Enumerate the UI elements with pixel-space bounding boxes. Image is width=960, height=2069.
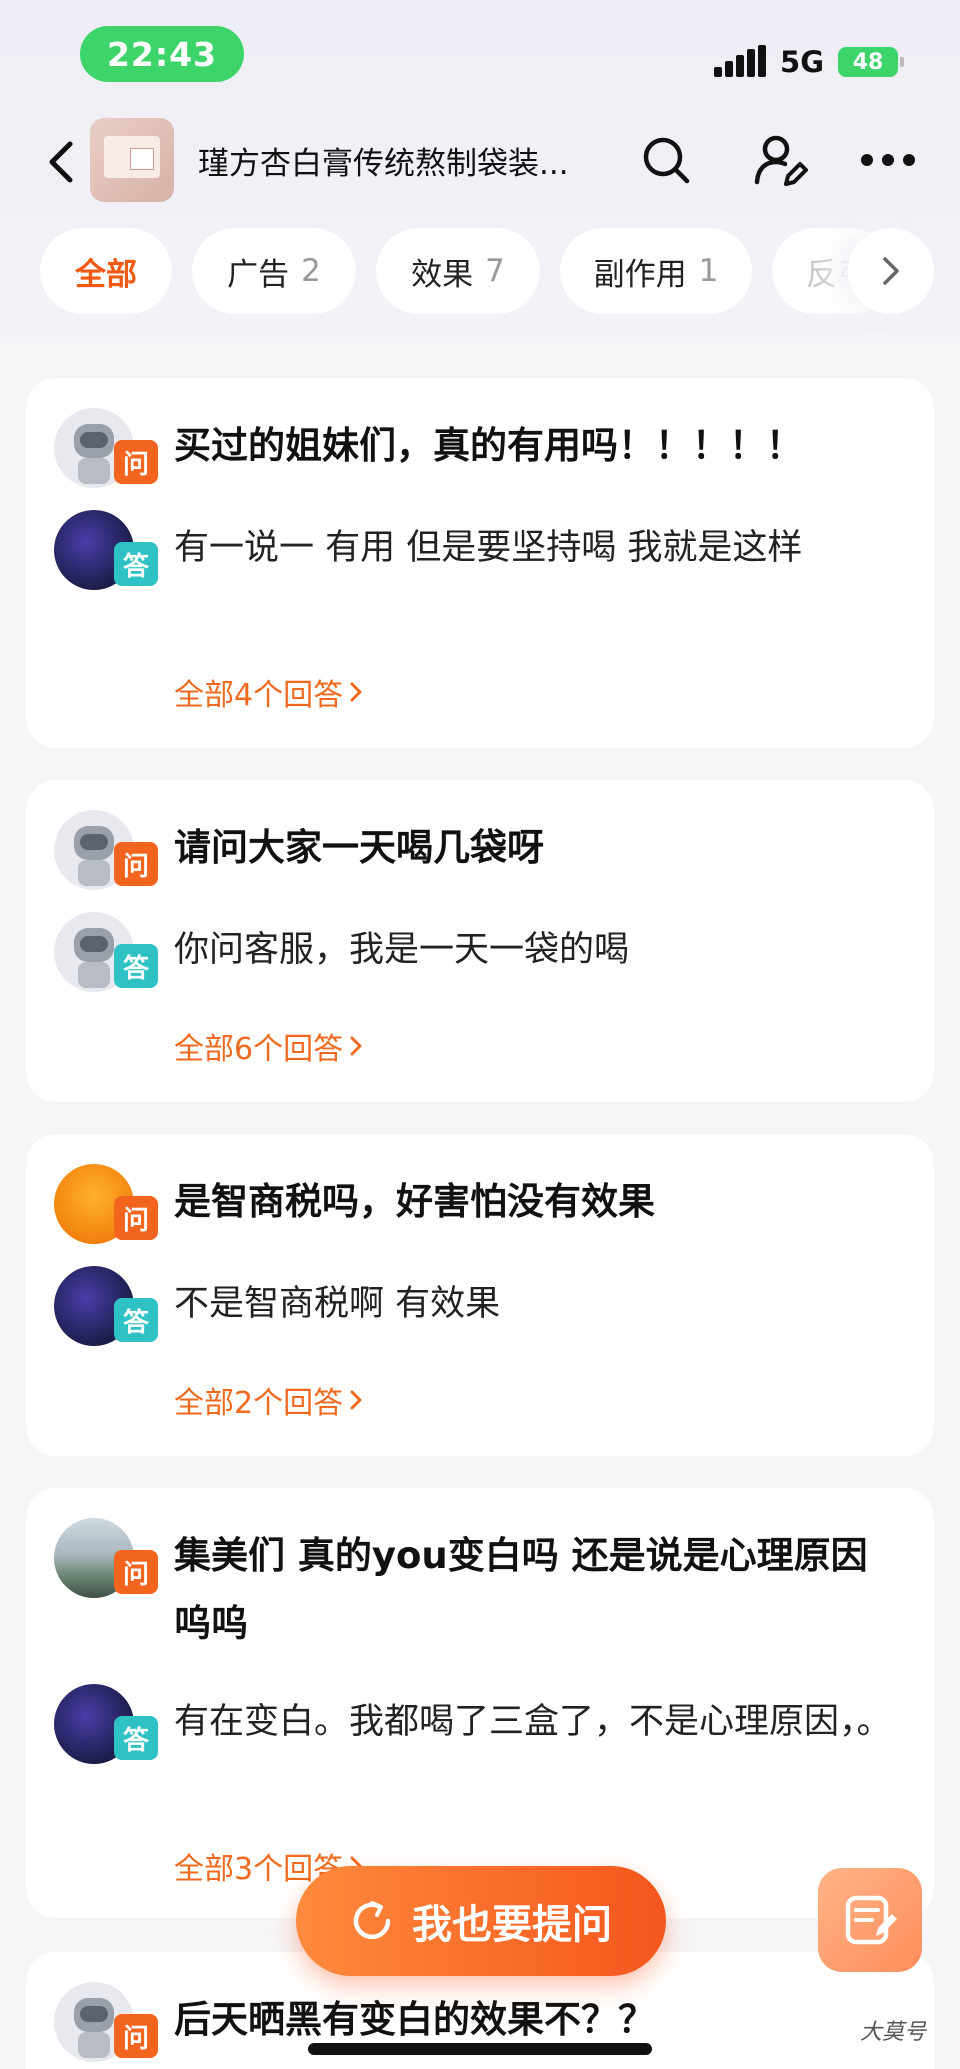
question-text[interactable]: 请问大家一天喝几袋呀 [174, 814, 898, 882]
question-text[interactable]: 是智商税吗，好害怕没有效果 [174, 1168, 898, 1236]
answer-badge: 答 [114, 944, 158, 988]
all-answers-label: 全部2个回答 [174, 1386, 344, 1421]
filter-tabs: 全部 广告 2 效果 7 副作用 1 反弓 [40, 228, 940, 314]
refresh-question-icon [353, 1901, 391, 1940]
battery-icon: 48 [838, 47, 904, 77]
all-answers-link[interactable]: 全部2个回答 [174, 1378, 363, 1422]
all-answers-label: 全部4个回答 [174, 678, 344, 713]
tab-count: 7 [485, 253, 505, 289]
qa-card[interactable]: 问 集美们 真的you变白吗 还是说是心理原因呜呜 答 有在变白。我都喝了三盒了… [26, 1488, 934, 1918]
tab-count: 1 [698, 253, 719, 289]
tab-effect[interactable]: 效果 7 [376, 228, 540, 314]
network-label: 5G [780, 45, 824, 79]
chevron-right-icon [350, 1390, 362, 1410]
question-badge: 问 [114, 440, 158, 484]
chevron-right-icon[interactable] [848, 228, 934, 314]
status-indicators: 5G 48 [714, 42, 904, 82]
tab-side-effects[interactable]: 副作用 1 [560, 228, 752, 314]
answer-text: 不是智商税啊 有效果 [174, 1284, 501, 1324]
qa-card[interactable]: 问 请问大家一天喝几袋呀 答 你问客服，我是一天一袋的喝 全部6个回答 [26, 780, 934, 1102]
user-edit-icon[interactable] [748, 128, 812, 192]
search-icon[interactable] [634, 128, 698, 192]
tab-label: 效果 [411, 256, 474, 293]
answer-text: 你问客服，我是一天一袋的喝 [174, 930, 630, 970]
status-time: 22:43 [80, 26, 244, 82]
watermark: 大莫号 [860, 2020, 927, 2045]
qa-card[interactable]: 问 买过的姐妹们，真的有用吗！！！！！ 答 有一说一 有用 但是要坚持喝 我就是… [26, 378, 934, 748]
tab-label: 广告 [227, 256, 290, 293]
all-answers-link[interactable]: 全部6个回答 [174, 1024, 363, 1068]
question-badge: 问 [114, 1196, 158, 1240]
ask-question-label: 我也要提问 [412, 1902, 612, 1948]
tab-count: 2 [301, 253, 321, 289]
all-answers-label: 全部6个回答 [174, 1032, 344, 1067]
answer-badge: 答 [114, 1716, 158, 1760]
edit-icon[interactable] [818, 1868, 922, 1972]
more-options-icon[interactable] [856, 128, 920, 192]
back-icon[interactable] [44, 140, 80, 184]
chevron-right-icon [350, 1036, 362, 1056]
question-text[interactable]: 买过的姐妹们，真的有用吗！！！！！ [174, 412, 898, 480]
question-badge: 问 [114, 2014, 158, 2058]
tab-label: 全部 [75, 256, 137, 293]
tab-all[interactable]: 全部 [40, 228, 172, 314]
qa-card[interactable]: 问 是智商税吗，好害怕没有效果 答 不是智商税啊 有效果 全部2个回答 [26, 1134, 934, 1456]
answer-badge: 答 [114, 1298, 158, 1342]
tab-ads[interactable]: 广告 2 [192, 228, 356, 314]
tab-label: 副作用 [593, 256, 687, 293]
home-indicator[interactable] [308, 2043, 652, 2055]
page-title: 瑾方杏白膏传统熬制袋装... [198, 146, 569, 182]
answer-text: 有一说一 有用 但是要坚持喝 我就是这样 [174, 528, 803, 568]
ask-question-button[interactable]: 我也要提问 [296, 1866, 666, 1976]
answer-text: 有在变白。我都喝了三盒了，不是心理原因，。 [174, 1702, 892, 1742]
signal-icon [714, 45, 767, 79]
question-badge: 问 [114, 842, 158, 886]
question-badge: 问 [114, 1550, 158, 1594]
answer-badge: 答 [114, 542, 158, 586]
question-text[interactable]: 集美们 真的you变白吗 还是说是心理原因呜呜 [174, 1522, 898, 1658]
product-thumbnail[interactable] [90, 118, 174, 202]
chevron-right-icon [350, 682, 362, 702]
all-answers-link[interactable]: 全部4个回答 [174, 670, 363, 714]
